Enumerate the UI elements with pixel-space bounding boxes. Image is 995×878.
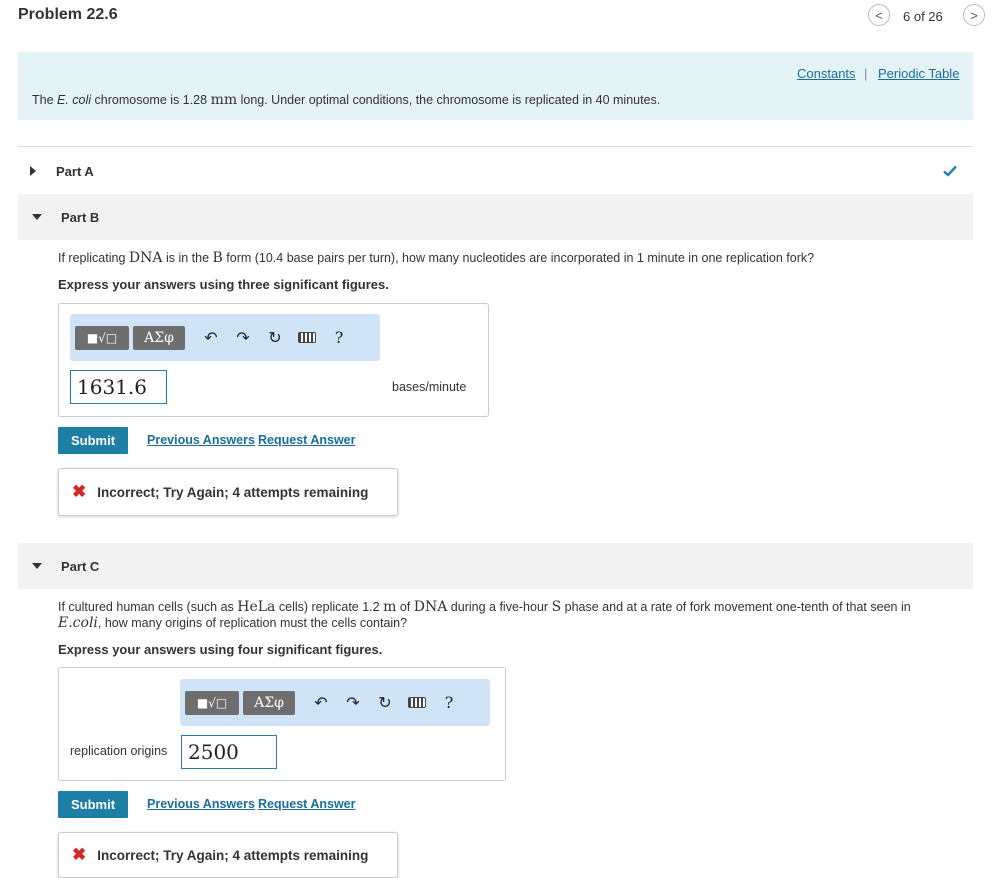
previous-problem-button[interactable]: < (868, 4, 890, 26)
help-button[interactable]: ? (327, 326, 351, 350)
collapse-arrow-icon (32, 563, 42, 569)
keyboard-icon[interactable] (405, 691, 429, 715)
part-c-feedback-text: Incorrect; Try Again; 4 attempts remaini… (97, 847, 369, 863)
problem-title: Problem 22.6 (18, 6, 118, 23)
redo-icon[interactable]: ↷ (341, 691, 365, 715)
part-c-submit-button[interactable]: Submit (58, 791, 128, 818)
templates-button[interactable]: ■√□ (75, 325, 129, 350)
part-b-feedback-text: Incorrect; Try Again; 4 attempts remaini… (97, 484, 369, 500)
error-x-icon: ✖ (72, 845, 87, 864)
undo-icon[interactable]: ↶ (309, 691, 333, 715)
part-c-answer-input[interactable]: 2500 (181, 735, 277, 769)
reset-icon[interactable]: ↻ (373, 691, 397, 715)
problem-intro-panel (18, 52, 973, 120)
chevron-right-icon: > (970, 7, 978, 23)
part-b-unit-label: bases/minute (392, 380, 467, 394)
part-b-submit-button[interactable]: Submit (58, 427, 128, 454)
part-b-math-toolbar: ■√□ ΑΣφ ↶ ↷ ↻ ? (70, 314, 380, 361)
part-b-answer-input[interactable]: 1631.6 (70, 370, 167, 404)
section-divider (18, 146, 973, 147)
part-c-question: If cultured human cells (such as HeLa ce… (58, 599, 911, 631)
constants-link[interactable]: Constants (797, 66, 856, 81)
greek-symbols-button[interactable]: ΑΣφ (243, 690, 295, 715)
help-button[interactable]: ? (437, 691, 461, 715)
checkmark-icon (943, 165, 957, 177)
next-problem-button[interactable]: > (963, 4, 985, 26)
part-b-request-answer-link[interactable]: Request Answer (258, 433, 355, 447)
expand-arrow-icon (30, 166, 36, 176)
undo-icon[interactable]: ↶ (199, 326, 223, 350)
part-b-instruction: Express your answers using three signifi… (58, 277, 389, 292)
part-b-header[interactable]: Part B (18, 194, 973, 240)
part-b-label: Part B (61, 209, 100, 225)
keyboard-icon[interactable] (295, 326, 319, 350)
collapse-arrow-icon (32, 214, 42, 220)
templates-button[interactable]: ■√□ (185, 690, 239, 715)
part-a-header[interactable]: Part A (18, 148, 973, 194)
problem-counter: 6 of 26 (903, 9, 943, 24)
part-c-request-answer-link[interactable]: Request Answer (258, 797, 355, 811)
part-c-input-label: replication origins (70, 744, 168, 758)
part-c-feedback-box: ✖ Incorrect; Try Again; 4 attempts remai… (58, 832, 398, 878)
part-c-instruction: Express your answers using four signific… (58, 642, 383, 657)
part-a-label: Part A (56, 163, 94, 179)
part-b-feedback-box: ✖ Incorrect; Try Again; 4 attempts remai… (58, 468, 398, 516)
part-c-previous-answers-link[interactable]: Previous Answers (147, 797, 255, 811)
part-b-question: If replicating DNA is in the B form (10.… (58, 250, 815, 266)
error-x-icon: ✖ (72, 482, 87, 501)
greek-symbols-button[interactable]: ΑΣφ (133, 325, 185, 350)
part-b-previous-answers-link[interactable]: Previous Answers (147, 433, 255, 447)
reset-icon[interactable]: ↻ (263, 326, 287, 350)
redo-icon[interactable]: ↷ (231, 326, 255, 350)
periodic-table-link[interactable]: Periodic Table (878, 66, 959, 81)
part-c-label: Part C (61, 558, 100, 574)
chevron-left-icon: < (875, 7, 883, 23)
link-separator: | (864, 66, 868, 81)
part-c-math-toolbar: ■√□ ΑΣφ ↶ ↷ ↻ ? (180, 679, 490, 726)
intro-text: The E. coli chromosome is 1.28 mm long. … (32, 92, 661, 108)
part-c-header[interactable]: Part C (18, 543, 973, 589)
